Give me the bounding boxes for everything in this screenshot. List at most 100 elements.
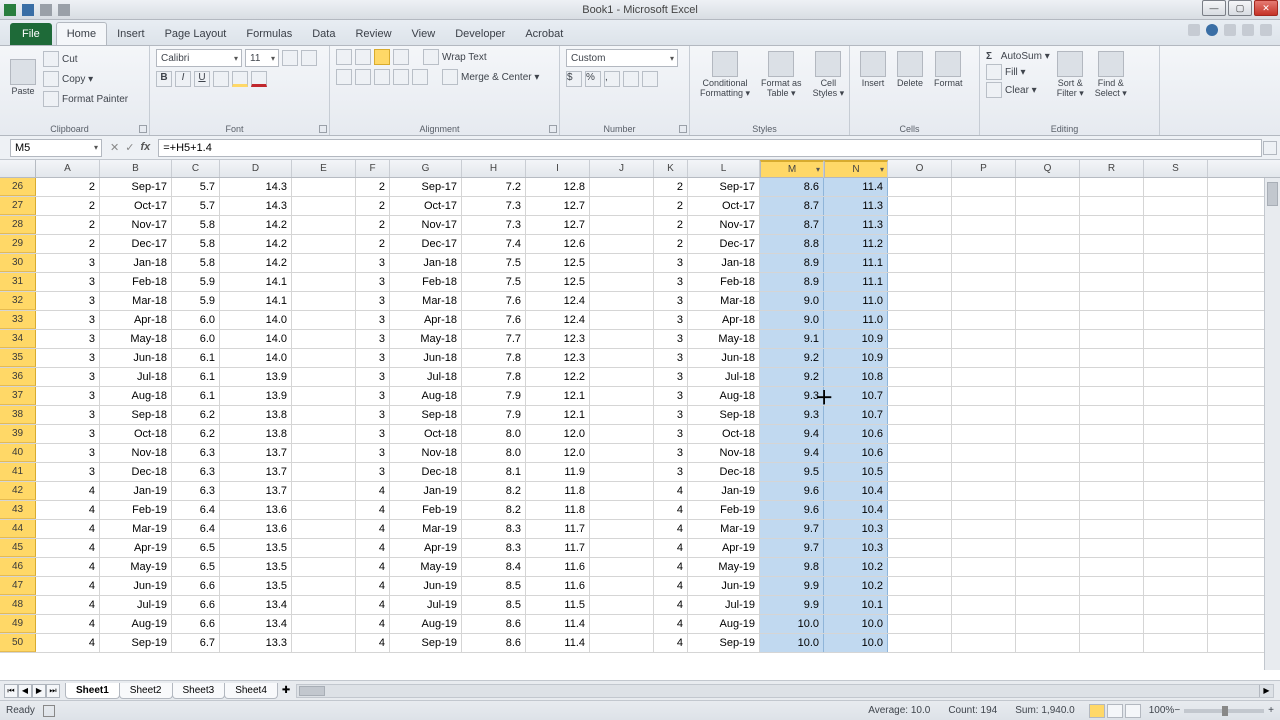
cell[interactable] — [590, 273, 654, 291]
cell[interactable] — [952, 292, 1016, 310]
cell[interactable] — [1080, 577, 1144, 595]
cell[interactable]: 3 — [654, 292, 688, 310]
cell[interactable]: 3 — [356, 292, 390, 310]
cell[interactable] — [952, 634, 1016, 652]
cell[interactable]: 12.6 — [526, 235, 590, 253]
cell[interactable]: Sep-17 — [100, 178, 172, 196]
cell[interactable]: 2 — [356, 178, 390, 196]
cell[interactable]: 10.4 — [824, 482, 888, 500]
new-sheet-icon[interactable]: ✚ — [282, 685, 290, 696]
column-header-C[interactable]: C — [172, 160, 220, 177]
cell[interactable] — [952, 463, 1016, 481]
cell[interactable]: 13.3 — [220, 634, 292, 652]
cell[interactable]: 9.8 — [760, 558, 824, 576]
cell[interactable] — [888, 330, 952, 348]
row-header[interactable]: 43 — [0, 501, 36, 519]
cell[interactable] — [590, 406, 654, 424]
cell[interactable] — [292, 235, 356, 253]
cell[interactable]: Jan-19 — [688, 482, 760, 500]
cell[interactable]: 3 — [356, 368, 390, 386]
row-header[interactable]: 47 — [0, 577, 36, 595]
cell[interactable] — [888, 197, 952, 215]
cell[interactable]: 11.4 — [526, 634, 590, 652]
cell[interactable]: Sep-19 — [100, 634, 172, 652]
cell[interactable]: 3 — [356, 311, 390, 329]
cell[interactable]: Mar-19 — [100, 520, 172, 538]
cell[interactable]: 3 — [36, 273, 100, 291]
cell[interactable]: Apr-19 — [390, 539, 462, 557]
cell[interactable]: Apr-18 — [688, 311, 760, 329]
column-header-L[interactable]: L — [688, 160, 760, 177]
enter-formula-icon[interactable]: ✓ — [125, 141, 134, 154]
cell[interactable] — [1144, 254, 1208, 272]
cell[interactable]: 3 — [654, 349, 688, 367]
cell[interactable]: 14.0 — [220, 330, 292, 348]
undo-icon[interactable] — [40, 4, 52, 16]
cell[interactable]: Dec-17 — [688, 235, 760, 253]
doc-min-icon[interactable] — [1224, 24, 1236, 36]
cell[interactable] — [590, 292, 654, 310]
format-as-table-button[interactable]: Format as Table ▾ — [757, 49, 806, 101]
cell[interactable] — [1016, 387, 1080, 405]
cell[interactable] — [888, 292, 952, 310]
cell[interactable] — [1080, 197, 1144, 215]
cell[interactable] — [952, 444, 1016, 462]
cell[interactable]: 7.8 — [462, 368, 526, 386]
alignment-dialog-launcher[interactable] — [549, 125, 557, 133]
cell[interactable] — [590, 387, 654, 405]
cell[interactable] — [1016, 178, 1080, 196]
cell[interactable]: 3 — [356, 349, 390, 367]
cell[interactable]: 13.7 — [220, 444, 292, 462]
cell[interactable] — [952, 311, 1016, 329]
cell[interactable]: Jun-18 — [100, 349, 172, 367]
cell[interactable]: 10.3 — [824, 520, 888, 538]
cell[interactable]: 9.7 — [760, 520, 824, 538]
row-header[interactable]: 42 — [0, 482, 36, 500]
cell[interactable] — [1080, 615, 1144, 633]
cell[interactable] — [952, 539, 1016, 557]
cell[interactable]: 6.0 — [172, 330, 220, 348]
cell[interactable] — [1144, 463, 1208, 481]
cell[interactable] — [952, 482, 1016, 500]
cell[interactable]: 7.4 — [462, 235, 526, 253]
cell[interactable] — [952, 349, 1016, 367]
cell[interactable]: Feb-19 — [100, 501, 172, 519]
cell[interactable] — [292, 178, 356, 196]
font-size-select[interactable]: 11 — [245, 49, 279, 67]
cell[interactable]: 8.5 — [462, 577, 526, 595]
doc-restore-icon[interactable] — [1242, 24, 1254, 36]
cell[interactable] — [1016, 349, 1080, 367]
cell[interactable] — [292, 216, 356, 234]
cell[interactable] — [888, 444, 952, 462]
column-header-F[interactable]: F — [356, 160, 390, 177]
cell[interactable] — [952, 501, 1016, 519]
cell[interactable]: Feb-18 — [100, 273, 172, 291]
cell[interactable]: 6.3 — [172, 463, 220, 481]
cell[interactable] — [590, 368, 654, 386]
cell[interactable]: Dec-18 — [100, 463, 172, 481]
cell[interactable]: 2 — [654, 197, 688, 215]
cell[interactable] — [590, 235, 654, 253]
column-header-E[interactable]: E — [292, 160, 356, 177]
cell[interactable]: 6.5 — [172, 558, 220, 576]
cell[interactable] — [1016, 273, 1080, 291]
cell[interactable]: 5.7 — [172, 178, 220, 196]
cell[interactable] — [888, 235, 952, 253]
cell[interactable] — [1080, 520, 1144, 538]
cell[interactable] — [590, 197, 654, 215]
cell[interactable]: Sep-17 — [688, 178, 760, 196]
zoom-slider[interactable] — [1184, 709, 1264, 713]
cell[interactable] — [590, 425, 654, 443]
sheet-tab-sheet2[interactable]: Sheet2 — [119, 683, 173, 699]
cell[interactable] — [292, 615, 356, 633]
row-header[interactable]: 35 — [0, 349, 36, 367]
column-header-B[interactable]: B — [100, 160, 172, 177]
paste-button[interactable]: Paste — [6, 57, 40, 99]
sheet-tab-sheet4[interactable]: Sheet4 — [224, 683, 278, 699]
cut-button[interactable]: Cut — [43, 51, 128, 67]
cell[interactable]: 4 — [356, 482, 390, 500]
cell[interactable] — [888, 387, 952, 405]
doc-close-icon[interactable] — [1260, 24, 1272, 36]
cell[interactable]: 11.7 — [526, 539, 590, 557]
fill-button[interactable]: Fill ▾ — [986, 64, 1050, 80]
